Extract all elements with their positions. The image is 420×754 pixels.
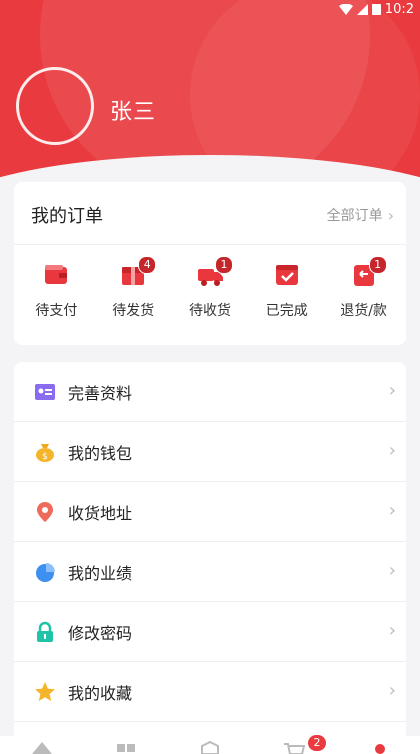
order-status-label: 退货/款 [340, 303, 387, 319]
star-icon [35, 681, 55, 701]
all-orders-link[interactable]: 全部订单 › [327, 205, 394, 225]
orders-card: 我的订单 全部订单 › 待支付 4 待发货 1 待收货 已完成 1 退货/款 [14, 182, 406, 345]
avatar[interactable] [16, 67, 94, 145]
orders-title: 我的订单 [31, 206, 103, 227]
check-box-icon [275, 265, 298, 285]
chevron-right-icon: › [388, 500, 396, 521]
order-status-completed[interactable]: 已完成 [252, 244, 322, 345]
menu-item-label: 我的钱包 [68, 443, 133, 463]
category-tab-icon[interactable] [114, 740, 138, 754]
cart-tab-icon[interactable] [282, 740, 306, 754]
chevron-right-icon: › [388, 620, 396, 641]
menu-item-change-password[interactable]: 修改密码 › [14, 602, 406, 662]
menu-item-address[interactable]: 收货地址 › [14, 482, 406, 542]
menu-item-label: 完善资料 [68, 383, 133, 403]
order-badge: 1 [214, 256, 233, 274]
id-card-icon [35, 383, 55, 400]
chevron-right-icon: › [387, 205, 394, 225]
chevron-right-icon: › [388, 680, 396, 701]
order-status-to-ship[interactable]: 4 待发货 [98, 244, 168, 345]
menu-item-label: 修改密码 [68, 623, 133, 643]
status-time: 10:2 [384, 1, 414, 17]
username[interactable]: 张三 [110, 94, 156, 126]
menu-item-label: 我的业绩 [68, 563, 133, 583]
chevron-right-icon: › [388, 440, 396, 461]
home-tab-icon[interactable] [30, 740, 54, 754]
order-status-label: 待支付 [35, 303, 78, 319]
order-status-pending-payment[interactable]: 待支付 [21, 244, 91, 345]
menu-item-profile[interactable]: 完善资料 › [14, 362, 406, 422]
svg-text:$: $ [42, 452, 48, 462]
order-status-refund[interactable]: 1 退货/款 [329, 244, 399, 345]
message-tab-icon[interactable] [198, 740, 222, 754]
menu-item-label: 收货地址 [68, 503, 133, 523]
status-bar: 10:2 [338, 0, 414, 18]
menu-item-wallet[interactable]: $ 我的钱包 › [14, 422, 406, 482]
battery-icon [371, 3, 381, 15]
menu-list: 完善资料 › $ 我的钱包 › 收货地址 › 我的业绩 › 修改密码 › 我的收… [14, 362, 406, 754]
menu-item-label: 我的收藏 [68, 683, 133, 703]
order-status-to-receive[interactable]: 1 待收货 [175, 244, 245, 345]
order-status-label: 已完成 [265, 303, 308, 319]
chevron-right-icon: › [388, 560, 396, 581]
lock-icon [37, 621, 53, 642]
wallet-icon [45, 265, 68, 284]
order-status-label: 待收货 [188, 303, 231, 319]
orders-header: 我的订单 全部订单 › [14, 182, 406, 245]
order-status-label: 待发货 [112, 303, 155, 319]
menu-item-performance[interactable]: 我的业绩 › [14, 542, 406, 602]
order-badge: 1 [368, 256, 387, 274]
profile-tab-icon[interactable] [366, 740, 390, 754]
wifi-icon [338, 3, 353, 15]
menu-item-favorites[interactable]: 我的收藏 › [14, 662, 406, 722]
cart-badge: 2 [308, 735, 326, 751]
pie-chart-icon [36, 562, 55, 582]
bottom-tab-bar [0, 736, 420, 754]
location-pin-icon [37, 501, 53, 522]
all-orders-label: 全部订单 [326, 208, 383, 224]
chevron-right-icon: › [388, 380, 396, 401]
money-bag-icon: $ [36, 443, 54, 462]
order-badge: 4 [138, 256, 157, 274]
signal-icon [356, 3, 368, 15]
